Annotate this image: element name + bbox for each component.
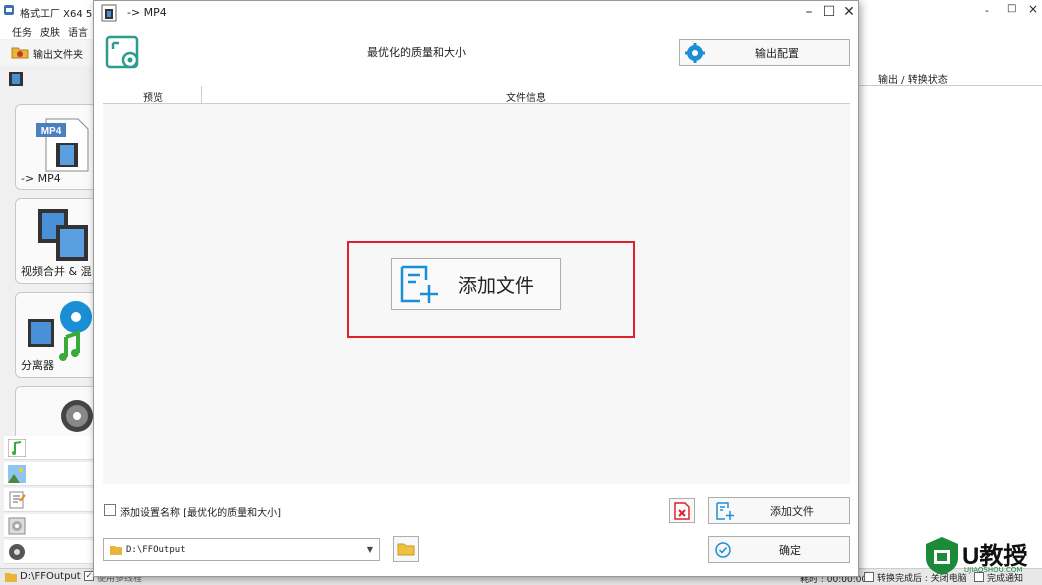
folder-icon [110, 545, 122, 555]
mp4-video-icon: MP4 [34, 115, 90, 173]
dialog-app-icon [100, 3, 118, 23]
sidebar-item-video-merge[interactable]: 视频合并 & 混 [15, 198, 100, 284]
minimize-icon[interactable]: – [800, 3, 818, 21]
add-file-icon [715, 501, 735, 521]
gear-icon [685, 42, 705, 63]
shield-logo-icon [924, 536, 960, 576]
sidebar-item-splitter[interactable]: 分离器 [15, 292, 100, 378]
splitter-icon [26, 297, 96, 361]
watermark-url: UJIAOSHOU.COM [964, 566, 1023, 574]
menu-skin[interactable]: 皮肤 [40, 24, 60, 39]
menu-language[interactable]: 语言 [68, 24, 88, 39]
add-setting-name-label: 添加设置名称 [最优化的质量和大小] [120, 508, 281, 519]
after-done-checkbox[interactable] [864, 572, 874, 582]
video-merge-icon [36, 207, 92, 263]
main-window-title: 格式工厂 X64 5.2 [20, 9, 102, 20]
mp4-badge-text: MP4 [41, 126, 62, 137]
output-status-header-label: 输出 / 转换状态 [878, 75, 948, 86]
preset-name: 最优化的质量和大小 [367, 46, 466, 59]
document-icon [8, 491, 26, 509]
sidebar-rom[interactable] [4, 514, 100, 538]
main-toolbar: 输出文件夹 [0, 40, 100, 66]
main-sidebar: MP4 -> MP4 视频合并 & 混 分离器 [0, 66, 100, 568]
watermark-logo: U教授 UJIAOSHOU.COM [924, 534, 1040, 578]
sidebar-utilities[interactable] [4, 540, 100, 564]
add-setting-name-checkbox[interactable] [104, 504, 116, 516]
folder-icon[interactable] [11, 45, 29, 59]
browse-folder-button[interactable] [393, 536, 419, 562]
close-icon[interactable]: ✕ [840, 3, 858, 21]
utilities-icon [8, 543, 26, 561]
output-path-select[interactable]: D:\FFOutput ▼ [103, 538, 380, 561]
file-list-header: 预览 文件信息 [103, 86, 850, 104]
main-menubar: 任务 皮肤 语言 [0, 22, 100, 39]
ok-label: 确定 [779, 543, 801, 557]
sidebar-label-mp4: -> MP4 [21, 172, 61, 185]
column-divider [201, 86, 202, 104]
ok-button[interactable]: 确定 [708, 536, 850, 563]
highlight-box [347, 241, 635, 338]
sidebar-item-mp4[interactable]: MP4 -> MP4 [15, 104, 100, 190]
column-preview: 预览 [143, 93, 163, 104]
output-config-button[interactable]: 输出配置 [679, 39, 850, 66]
sidebar-music[interactable] [4, 436, 100, 460]
folder-icon [5, 572, 17, 582]
rom-icon [8, 517, 26, 535]
delete-file-icon [673, 501, 691, 521]
output-folder-button[interactable]: 输出文件夹 [33, 46, 83, 61]
status-output-path[interactable]: D:\FFOutput [20, 571, 81, 582]
sidebar-label-splitter: 分离器 [21, 359, 54, 372]
check-circle-icon [715, 541, 731, 558]
film-strip-icon [8, 71, 24, 87]
sidebar-picture[interactable] [4, 462, 100, 486]
dialog-title: -> MP4 [127, 6, 167, 19]
maximize-icon[interactable]: ☐ [820, 3, 838, 21]
add-file-label: 添加文件 [770, 504, 814, 518]
output-config-label: 输出配置 [755, 46, 799, 60]
disc-icon [60, 399, 94, 433]
remove-file-button[interactable] [669, 498, 695, 523]
chevron-down-icon: ▼ [366, 545, 373, 554]
add-file-button[interactable]: 添加文件 [708, 497, 850, 524]
sidebar-item-disc[interactable] [15, 386, 100, 442]
folder-open-icon [397, 542, 415, 556]
music-icon [7, 438, 27, 458]
main-close-button[interactable]: × [1028, 2, 1038, 16]
menu-task[interactable]: 任务 [12, 24, 32, 39]
main-minimize-button[interactable]: - [985, 4, 989, 17]
picture-icon [8, 465, 26, 483]
output-status-header: 输出 / 转换状态 [858, 68, 1042, 86]
output-path-value: D:\FFOutput [126, 544, 186, 555]
output-status-panel: 输出 / 转换状态 [858, 22, 1042, 570]
preset-settings-icon[interactable] [105, 35, 141, 71]
column-file-info: 文件信息 [506, 93, 546, 104]
sidebar-document[interactable] [4, 488, 100, 512]
app-logo-icon [3, 4, 15, 16]
main-maximize-button[interactable]: □ [1007, 3, 1016, 14]
sidebar-label-video-merge: 视频合并 & 混 [21, 265, 92, 278]
